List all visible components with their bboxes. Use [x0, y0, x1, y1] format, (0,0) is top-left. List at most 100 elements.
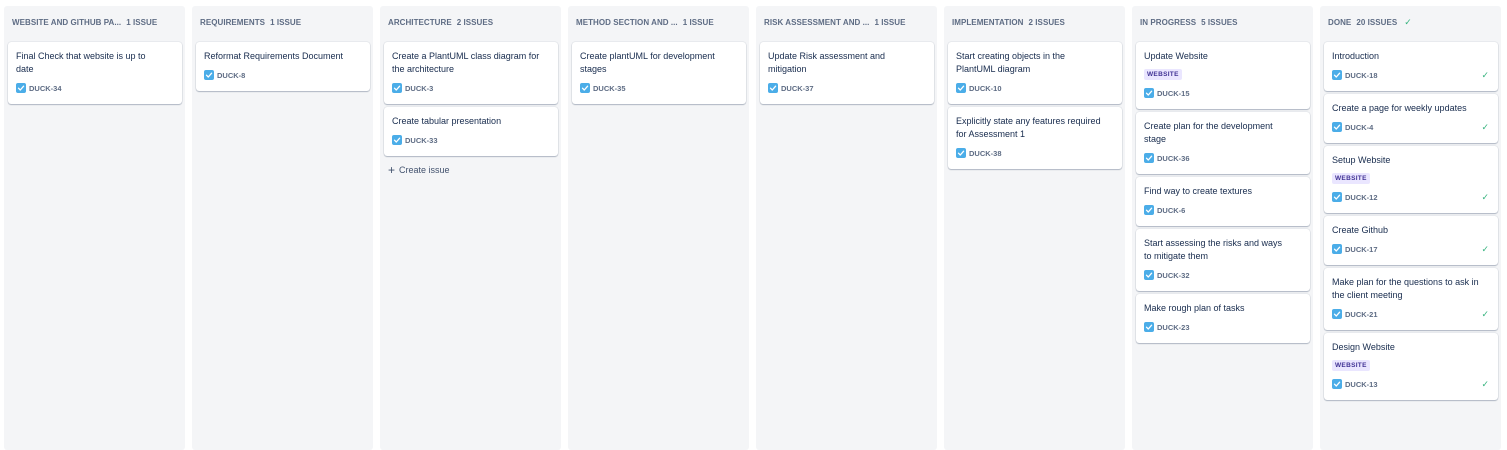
issue-key[interactable]: DUCK-37 — [781, 84, 814, 93]
issue-card[interactable]: Create tabular presentation DUCK-33 — [384, 107, 558, 156]
issue-key[interactable]: DUCK-3 — [405, 84, 433, 93]
issue-card[interactable]: Create plantUML for development stages DU… — [572, 42, 746, 104]
issue-key[interactable]: DUCK-17 — [1345, 245, 1378, 254]
column-issue-count: 2 ISSUES — [1028, 17, 1065, 27]
column-title: ARCHITECTURE — [388, 17, 452, 27]
issue-key[interactable]: DUCK-18 — [1345, 71, 1378, 80]
column-header[interactable]: IMPLEMENTATION 2 ISSUES — [944, 6, 1125, 38]
issue-key[interactable]: DUCK-4 — [1345, 123, 1373, 132]
issue-card[interactable]: Design Website WEBSITE DUCK-13 ✓ — [1324, 333, 1498, 400]
task-checkbox-icon — [956, 83, 966, 93]
issue-summary: Make rough plan of tasks — [1144, 303, 1245, 313]
task-checkbox-icon — [1144, 322, 1154, 332]
issue-key[interactable]: DUCK-38 — [969, 149, 1002, 158]
card-footer: DUCK-3 — [392, 82, 550, 94]
column-in-progress: IN PROGRESS 5 ISSUES Update Website WEBSI… — [1132, 6, 1313, 450]
task-checkbox-icon — [956, 148, 966, 158]
issue-key[interactable]: DUCK-13 — [1345, 380, 1378, 389]
issue-key[interactable]: DUCK-32 — [1157, 271, 1190, 280]
card-list: Create plantUML for development stages DU… — [568, 38, 749, 104]
task-checkbox-icon — [392, 83, 402, 93]
issue-key[interactable]: DUCK-34 — [29, 84, 62, 93]
task-checkbox-icon — [1144, 270, 1154, 280]
column-header[interactable]: ARCHITECTURE 2 ISSUES — [380, 6, 561, 38]
card-footer: DUCK-34 — [16, 82, 174, 94]
issue-summary: Final Check that website is up to date — [16, 51, 146, 74]
issue-key[interactable]: DUCK-33 — [405, 136, 438, 145]
issue-card[interactable]: Update Risk assessment and mitigation DUC… — [760, 42, 934, 104]
issue-card[interactable]: Create a page for weekly updates DUCK-4 ✓ — [1324, 94, 1498, 143]
task-checkbox-icon — [1144, 153, 1154, 163]
card-footer: DUCK-10 — [956, 82, 1114, 94]
issue-key[interactable]: DUCK-35 — [593, 84, 626, 93]
issue-card[interactable]: Setup Website WEBSITE DUCK-12 ✓ — [1324, 146, 1498, 213]
task-checkbox-icon — [580, 83, 590, 93]
issue-card[interactable]: Explicitly state any features required f… — [948, 107, 1122, 169]
card-list: Reformat Requirements Document DUCK-8 — [192, 38, 373, 91]
column-title: METHOD SECTION AND ... — [576, 17, 678, 27]
issue-key[interactable]: DUCK-10 — [969, 84, 1002, 93]
checkmark-icon: ✓ — [1481, 191, 1489, 202]
column-issue-count: 1 ISSUE — [874, 17, 906, 27]
issue-card[interactable]: Final Check that website is up to date DU… — [8, 42, 182, 104]
card-footer: DUCK-8 — [204, 69, 362, 81]
checkmark-icon: ✓ — [1481, 378, 1489, 389]
checkmark-icon: ✓ — [1404, 16, 1412, 27]
card-footer: DUCK-23 — [1144, 321, 1302, 333]
task-checkbox-icon — [1332, 122, 1342, 132]
issue-summary: Create Github — [1332, 225, 1389, 235]
issue-card[interactable]: Create plan for the development stage DUC… — [1136, 112, 1310, 174]
issue-card[interactable]: Start creating objects in the PlantUML d… — [948, 42, 1122, 104]
issue-key[interactable]: DUCK-23 — [1157, 323, 1190, 332]
issue-card[interactable]: Reformat Requirements Document DUCK-8 — [196, 42, 370, 91]
issue-key[interactable]: DUCK-21 — [1345, 310, 1378, 319]
issue-key[interactable]: DUCK-36 — [1157, 154, 1190, 163]
card-footer: DUCK-18 ✓ — [1332, 69, 1490, 81]
column-issue-count: 1 ISSUE — [682, 17, 714, 27]
create-issue-button[interactable]: + Create issue — [380, 159, 561, 181]
issue-card[interactable]: Introduction DUCK-18 ✓ — [1324, 42, 1498, 91]
column-issue-count: 5 ISSUES — [1201, 17, 1238, 27]
task-checkbox-icon — [204, 70, 214, 80]
column-requirements: REQUIREMENTS 1 ISSUE Reformat Requiremen… — [192, 6, 373, 450]
column-title: DONE — [1328, 17, 1352, 27]
issue-key[interactable]: DUCK-15 — [1157, 89, 1190, 98]
issue-card[interactable]: Update Website WEBSITE DUCK-15 — [1136, 42, 1310, 109]
column-header[interactable]: IN PROGRESS 5 ISSUES — [1132, 6, 1313, 38]
card-list: Start creating objects in the PlantUML d… — [944, 38, 1125, 169]
issue-card[interactable]: Make plan for the questions to ask in th… — [1324, 268, 1498, 330]
issue-summary: Make plan for the questions to ask in th… — [1332, 277, 1479, 300]
column-header[interactable]: RISK ASSESSMENT AND ... 1 ISSUE — [756, 6, 937, 38]
column-header[interactable]: DONE 20 ISSUES ✓ — [1320, 6, 1501, 38]
issue-card[interactable]: Create Github DUCK-17 ✓ — [1324, 216, 1498, 265]
card-list: Update Website WEBSITE DUCK-15 Create plan … — [1132, 38, 1313, 343]
column-issue-count: 2 ISSUES — [456, 17, 494, 27]
plus-icon: + — [388, 163, 396, 177]
card-footer: DUCK-21 ✓ — [1332, 308, 1490, 320]
issue-summary: Setup Website — [1332, 155, 1391, 165]
issue-key[interactable]: DUCK-6 — [1157, 206, 1185, 215]
issue-summary: Create tabular presentation — [392, 116, 502, 126]
column-method: METHOD SECTION AND ... 1 ISSUE Create pl… — [568, 6, 749, 450]
task-checkbox-icon — [1332, 192, 1342, 202]
website-label-badge: WEBSITE — [1332, 360, 1370, 371]
issue-summary: Explicitly state any features required f… — [956, 116, 1101, 139]
issue-key[interactable]: DUCK-8 — [217, 71, 245, 80]
issue-summary: Find way to create textures — [1144, 186, 1253, 196]
column-header[interactable]: REQUIREMENTS 1 ISSUE — [192, 6, 373, 38]
column-title: RISK ASSESSMENT AND ... — [764, 17, 870, 27]
issue-card[interactable]: Make rough plan of tasks DUCK-23 — [1136, 294, 1310, 343]
issue-summary: Introduction — [1332, 51, 1380, 61]
column-website: WEBSITE AND GITHUB PA... 1 ISSUE Final C… — [4, 6, 185, 450]
issue-card[interactable]: Find way to create textures DUCK-6 — [1136, 177, 1310, 226]
issue-summary: Reformat Requirements Document — [204, 51, 344, 61]
column-header[interactable]: WEBSITE AND GITHUB PA... 1 ISSUE — [4, 6, 185, 38]
card-footer: DUCK-35 — [580, 82, 738, 94]
issue-card[interactable]: Start assessing the risks and ways to mi… — [1136, 229, 1310, 291]
issue-key[interactable]: DUCK-12 — [1345, 193, 1378, 202]
issue-summary: Create a page for weekly updates — [1332, 103, 1467, 113]
column-header[interactable]: METHOD SECTION AND ... 1 ISSUE — [568, 6, 749, 38]
issue-card[interactable]: Create a PlantUML class diagram for the … — [384, 42, 558, 104]
task-checkbox-icon — [392, 135, 402, 145]
column-title: REQUIREMENTS — [200, 17, 266, 27]
